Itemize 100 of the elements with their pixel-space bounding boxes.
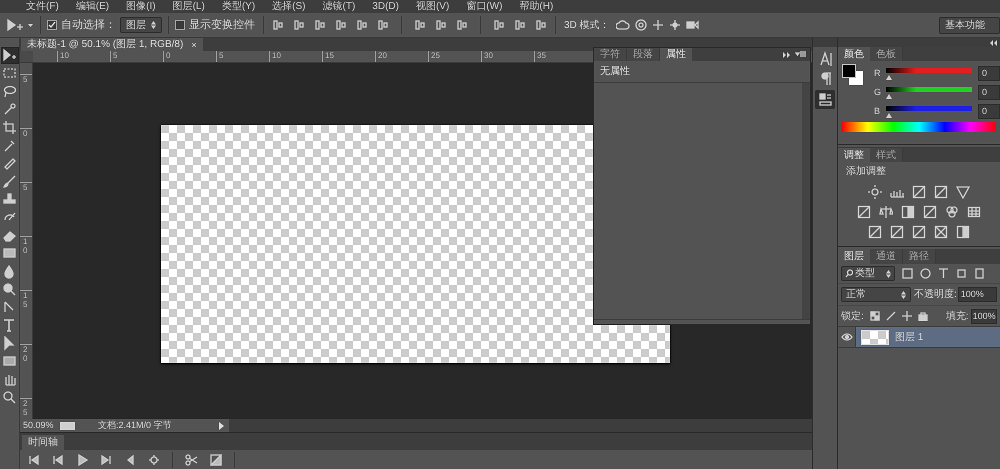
align-icon[interactable]	[377, 19, 389, 31]
play-icon[interactable]	[76, 454, 88, 466]
blend-mode-dropdown[interactable]: 正常	[841, 287, 911, 302]
up-down-arrows-icon[interactable]	[886, 270, 891, 278]
channel-value-field[interactable]: 0	[978, 66, 1000, 81]
auto-select-dropdown[interactable]: 图层	[120, 17, 162, 33]
ruler-number: 35	[534, 51, 587, 62]
character-icon[interactable]	[818, 51, 832, 67]
previous-frame-icon[interactable]	[52, 454, 64, 466]
search-icon	[845, 269, 853, 278]
shape-filter-icon[interactable]	[956, 268, 967, 279]
first-frame-icon[interactable]	[28, 454, 40, 466]
panel-tab[interactable]: 属性	[660, 48, 692, 61]
caret-icon[interactable]	[27, 22, 34, 28]
menu-item[interactable]: 3D(D)	[372, 0, 399, 12]
menu-item[interactable]: 类型(Y)	[222, 0, 256, 12]
collapse-arrows-icon[interactable]	[989, 40, 998, 46]
panel-tab[interactable]: 段落	[627, 48, 660, 61]
up-down-arrows-icon[interactable]	[901, 290, 906, 298]
document-tab[interactable]: 未标题-1 @ 50.1% (图层 1, RGB/8) ×	[21, 38, 203, 51]
menu-item[interactable]: 图层(L)	[172, 0, 205, 12]
align-icon[interactable]	[414, 19, 426, 31]
align-icon[interactable]	[456, 19, 468, 31]
timeline-tab[interactable]: 时间轴	[22, 435, 64, 450]
circles-icon[interactable]	[945, 205, 959, 219]
fill-field[interactable]: 100%	[970, 308, 997, 324]
type-filter-icon[interactable]	[938, 268, 949, 279]
align-icon[interactable]	[435, 19, 447, 31]
menu-item[interactable]: 窗口(W)	[466, 0, 502, 12]
checkbox[interactable]	[47, 20, 57, 30]
opacity-field[interactable]: 100%	[958, 287, 997, 302]
panel-tab[interactable]: 字符	[594, 48, 627, 61]
close-icon[interactable]: ×	[191, 38, 197, 50]
align-icon[interactable]	[356, 19, 368, 31]
workspace-button[interactable]: 基本功能	[939, 16, 1000, 34]
camera-icon[interactable]	[686, 19, 699, 31]
panel-tab[interactable]: 样式	[870, 148, 903, 162]
background-swatch[interactable]	[849, 71, 863, 85]
ruler-number: 15	[322, 51, 375, 62]
ruler-number: 0	[23, 129, 28, 138]
transition-icon[interactable]	[210, 454, 222, 466]
balance-icon[interactable]	[879, 205, 893, 219]
ruler-number: 5	[23, 183, 28, 192]
panel-tab[interactable]: 调整	[838, 148, 870, 162]
gear-icon[interactable]	[148, 454, 160, 466]
align-icon[interactable]	[272, 19, 284, 31]
scrollbar[interactable]	[802, 83, 810, 319]
brightness-icon[interactable]	[868, 185, 882, 199]
align-icon[interactable]	[535, 19, 547, 31]
collapse-arrows-icon[interactable]	[782, 50, 791, 58]
brush-tool-button[interactable]	[0, 173, 18, 190]
menu-item[interactable]: 图像(I)	[126, 0, 156, 12]
menu-item[interactable]: 帮助(H)	[519, 0, 554, 12]
align-icon[interactable]	[514, 19, 526, 31]
move-tool-tool-button[interactable]	[0, 47, 18, 64]
foreground-swatch[interactable]	[842, 64, 856, 78]
slider-thumb[interactable]	[886, 94, 892, 98]
up-down-arrows-icon[interactable]	[151, 21, 156, 29]
color-spectrum[interactable]	[842, 122, 996, 132]
channel-value-field[interactable]: 0	[978, 85, 1000, 100]
triangle-icon[interactable]	[956, 185, 970, 199]
align-icon[interactable]	[493, 19, 505, 31]
next-frame-icon[interactable]	[100, 454, 112, 466]
panel-tab[interactable]: 图层	[838, 249, 870, 264]
opacity-label: 不透明度:	[914, 288, 957, 302]
checker-lock-icon[interactable]	[870, 311, 880, 321]
panel-tab[interactable]: 颜色	[838, 47, 870, 61]
slider-thumb[interactable]	[886, 112, 892, 118]
panel-tab[interactable]: 路径	[903, 249, 936, 264]
properties-panel-button[interactable]	[815, 90, 835, 109]
ruler-number: 20	[375, 51, 428, 62]
menu-item[interactable]: 文件(F)	[26, 0, 59, 12]
move-tool-icon[interactable]	[6, 18, 24, 32]
slider-thumb[interactable]	[886, 74, 892, 80]
menu-item[interactable]: 滤镜(T)	[322, 0, 356, 12]
panel-menu-icon[interactable]	[795, 51, 807, 58]
align-icon[interactable]	[314, 19, 326, 31]
visibility-toggle[interactable]	[838, 327, 856, 347]
lock-icon[interactable]	[918, 311, 928, 321]
menu-item[interactable]: 选择(S)	[272, 0, 306, 12]
panel-tab[interactable]: 色板	[870, 47, 903, 61]
grid-icon[interactable]	[967, 205, 981, 219]
menu-item[interactable]: 编辑(E)	[76, 0, 110, 12]
crop-icon	[2, 120, 17, 135]
arrow-icon[interactable]	[218, 420, 225, 430]
align-icon[interactable]	[335, 19, 347, 31]
crop-tool-button[interactable]	[0, 119, 18, 136]
channel-value-field[interactable]: 0	[978, 104, 1000, 119]
scissors-icon[interactable]	[185, 454, 198, 466]
panel-tab[interactable]: 通道	[870, 249, 903, 264]
half-filled-square-icon[interactable]	[901, 205, 915, 219]
layer-row[interactable]: 图层 1	[838, 327, 1000, 347]
filter-dropdown[interactable]: 类型	[841, 266, 895, 281]
layer-name[interactable]: 图层 1	[895, 330, 924, 344]
menu-item[interactable]: 视图(V)	[416, 0, 450, 12]
eye-icon[interactable]	[840, 333, 852, 341]
cloud-icon[interactable]	[616, 19, 630, 31]
align-icon[interactable]	[293, 19, 305, 31]
checkbox[interactable]	[175, 20, 185, 30]
ruler-number: 10	[23, 237, 28, 255]
